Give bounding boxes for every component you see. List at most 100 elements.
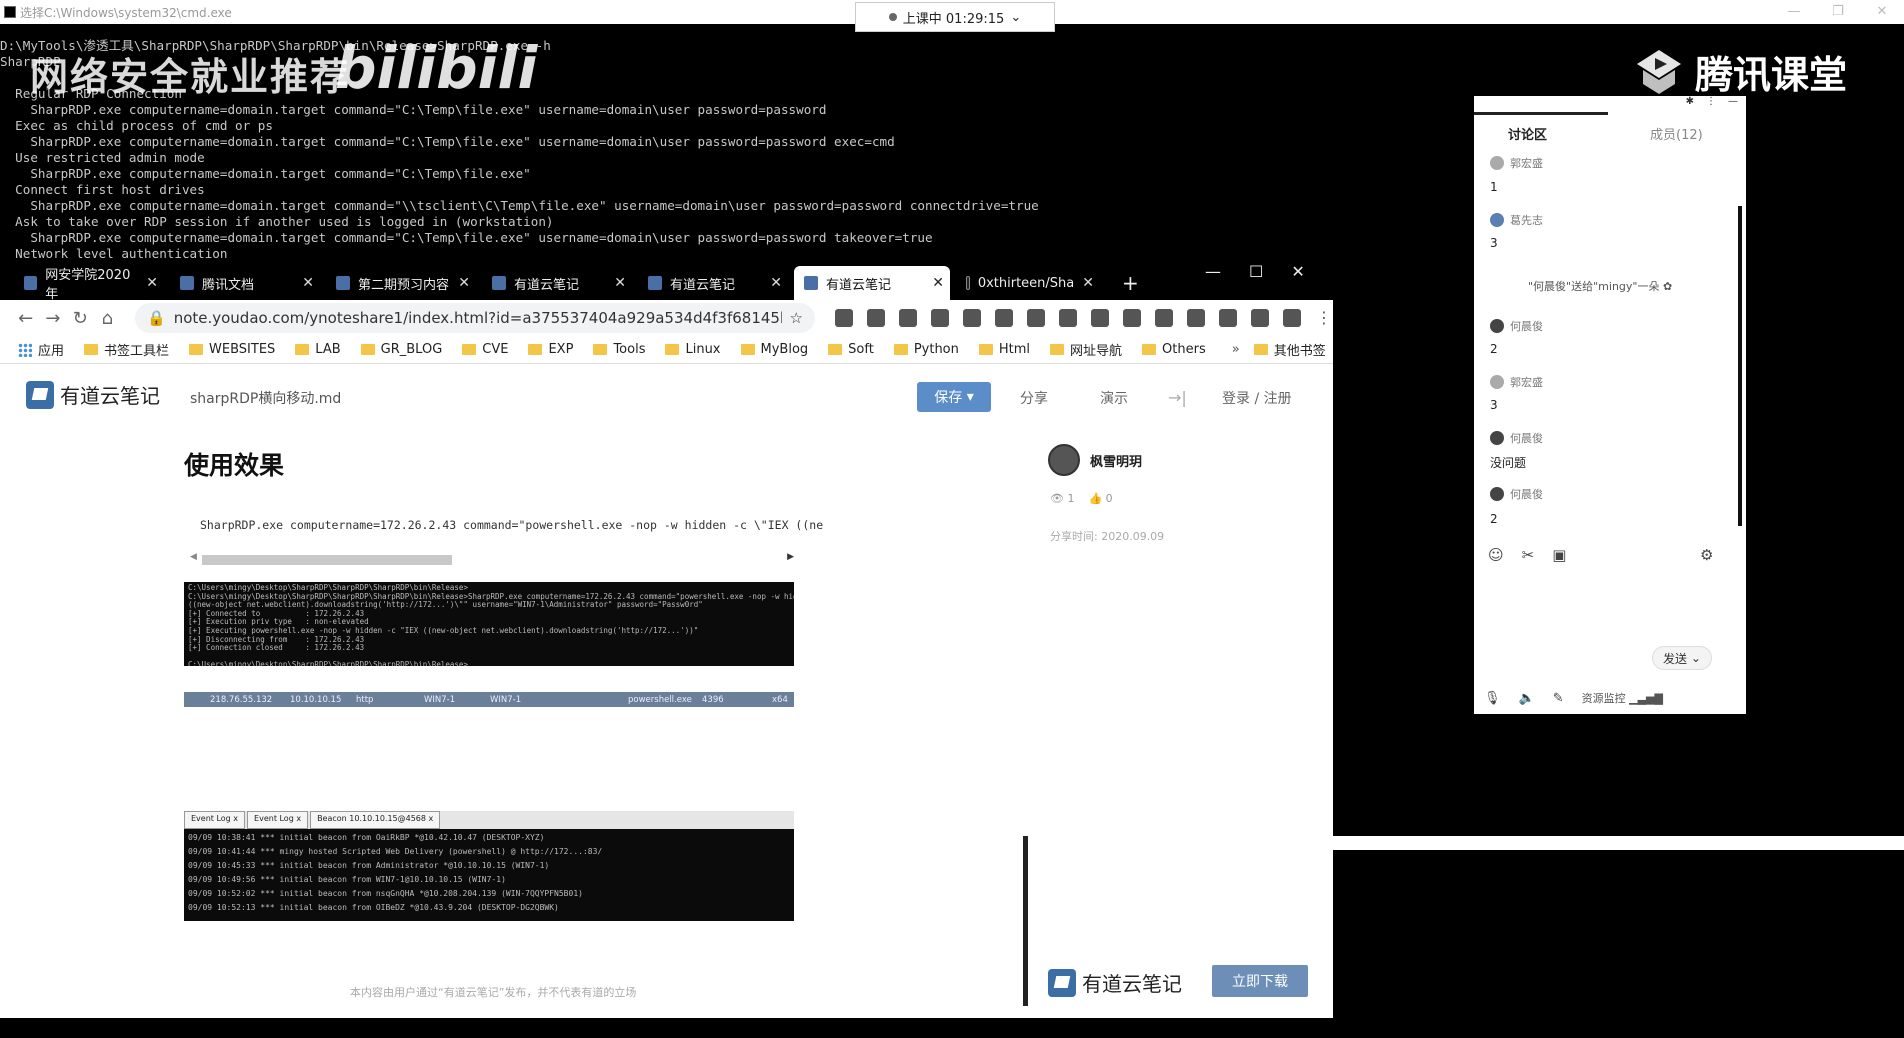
eye-icon: 👁 bbox=[1050, 492, 1064, 505]
terminal-screenshot: C:\Users\mingy\Desktop\SharpRDP\SharpRDP… bbox=[184, 582, 794, 666]
scroll-left-icon[interactable]: ◀ bbox=[190, 552, 197, 562]
home-icon[interactable]: ⌂ bbox=[94, 308, 121, 329]
pin-icon[interactable]: ✱ bbox=[1686, 96, 1694, 110]
event-tab[interactable]: Event Log x bbox=[247, 811, 309, 829]
close-icon[interactable]: ✕ bbox=[1860, 0, 1904, 24]
address-bar[interactable]: 🔒 note.youdao.com/ynoteshare1/index.html… bbox=[135, 303, 815, 333]
extension-icon[interactable] bbox=[1251, 309, 1269, 327]
event-tab[interactable]: Event Log x bbox=[184, 811, 246, 829]
tab-0[interactable]: 网安学院2020年 ✕ bbox=[14, 266, 164, 302]
bookmark-folder[interactable]: GR_BLOG bbox=[360, 342, 442, 357]
tab-1[interactable]: 腾讯文档 ✕ bbox=[170, 266, 320, 300]
bookmark-folder[interactable]: Html bbox=[978, 342, 1030, 357]
bookmark-folder[interactable]: Tools bbox=[593, 342, 645, 357]
bookmark-folder[interactable]: 网址导航 bbox=[1050, 340, 1122, 359]
extension-icon[interactable] bbox=[963, 309, 981, 327]
author-name: 何晨俊 bbox=[1510, 320, 1543, 333]
bookmark-folder[interactable]: EXP bbox=[528, 342, 573, 357]
extension-icon[interactable] bbox=[931, 309, 949, 327]
bookmark-folder[interactable]: 书签工具栏 bbox=[84, 340, 169, 359]
author-name: 葛先志 bbox=[1510, 214, 1543, 227]
resource-monitor[interactable]: 资源监控 ▁▃▅▇ bbox=[1582, 690, 1663, 706]
maximize-icon[interactable]: ☐ bbox=[1249, 262, 1263, 281]
youdao-logo[interactable]: 有道云笔记 bbox=[26, 380, 160, 409]
speaker-icon[interactable]: 🔈 bbox=[1519, 691, 1535, 706]
extension-icon[interactable] bbox=[835, 309, 853, 327]
save-button[interactable]: 保存 ▾ bbox=[917, 382, 991, 412]
close-icon[interactable]: ✕ bbox=[458, 275, 470, 291]
close-icon[interactable]: ✕ bbox=[614, 275, 626, 291]
share-button[interactable]: 分享 bbox=[1020, 388, 1048, 408]
bookmark-folder[interactable]: WEBSITES bbox=[189, 342, 275, 357]
bookmark-folder[interactable]: CVE bbox=[462, 342, 508, 357]
emoji-icon[interactable]: ☺ bbox=[1488, 546, 1504, 564]
code-horizontal-scrollbar[interactable]: ◀ ▶ bbox=[184, 552, 794, 566]
tab-3[interactable]: 有道云笔记 ✕ bbox=[482, 266, 632, 300]
bookmark-folder[interactable]: Soft bbox=[828, 342, 874, 357]
minimize-icon[interactable]: — bbox=[1772, 0, 1816, 24]
extension-icon[interactable] bbox=[1123, 309, 1141, 327]
scissors-icon[interactable]: ✂ bbox=[1522, 546, 1535, 564]
bookmark-folder[interactable]: Linux bbox=[665, 342, 721, 357]
close-icon[interactable]: ✕ bbox=[770, 275, 782, 291]
extension-icon[interactable] bbox=[867, 309, 885, 327]
back-icon[interactable]: ← bbox=[12, 308, 39, 329]
scroll-right-icon[interactable]: ▶ bbox=[787, 552, 794, 562]
login-register-link[interactable]: 登录 / 注册 bbox=[1222, 388, 1292, 408]
github-icon bbox=[966, 276, 970, 290]
present-button[interactable]: 演示 bbox=[1100, 388, 1128, 408]
event-tab[interactable]: Beacon 10.10.10.15@4568 x bbox=[310, 811, 441, 829]
reload-icon[interactable]: ↻ bbox=[67, 308, 94, 329]
scroll-thumb[interactable] bbox=[202, 555, 452, 565]
bookmark-apps[interactable]: 应用 bbox=[18, 340, 64, 359]
bookmark-other[interactable]: 其他书签 bbox=[1253, 340, 1326, 359]
extension-icon[interactable] bbox=[1059, 309, 1077, 327]
more-icon[interactable]: ⋮ bbox=[1706, 96, 1716, 110]
tab-5-active[interactable]: 有道云笔记 ✕ bbox=[794, 266, 950, 300]
tab-4[interactable]: 有道云笔记 ✕ bbox=[638, 266, 788, 300]
extension-icon[interactable] bbox=[899, 309, 917, 327]
new-tab-button[interactable]: + bbox=[1112, 266, 1142, 300]
page-vertical-scrollbar[interactable] bbox=[1023, 836, 1028, 1006]
close-icon[interactable]: ✕ bbox=[302, 275, 314, 291]
fullscreen-icon[interactable]: →| bbox=[1168, 388, 1187, 407]
star-icon[interactable]: ☆ bbox=[790, 309, 803, 327]
views-count: 1 bbox=[1067, 492, 1075, 505]
extension-icon[interactable] bbox=[1187, 309, 1205, 327]
tab-discussion[interactable]: 讨论区 bbox=[1508, 124, 1547, 143]
chat-scrollbar[interactable] bbox=[1738, 206, 1742, 526]
minimize-icon[interactable]: — bbox=[1205, 262, 1221, 281]
maximize-icon[interactable]: ❐ bbox=[1816, 0, 1860, 24]
close-icon[interactable]: ✕ bbox=[146, 275, 158, 291]
tab-6[interactable]: 0xthirteen/Sha ✕ bbox=[956, 266, 1100, 300]
bookmark-label: 应用 bbox=[38, 344, 65, 359]
image-icon[interactable]: ▣ bbox=[1552, 546, 1566, 564]
microphone-icon[interactable]: 🎙 bbox=[1484, 691, 1501, 706]
pen-icon[interactable]: ✎ bbox=[1553, 691, 1564, 706]
chevron-more-icon[interactable]: » bbox=[1232, 342, 1240, 357]
extension-icon[interactable] bbox=[1155, 309, 1173, 327]
bookmark-folder[interactable]: LAB bbox=[295, 342, 341, 357]
menu-icon[interactable]: ⋮ bbox=[1315, 309, 1333, 327]
tab-members[interactable]: 成员(12) bbox=[1650, 124, 1703, 143]
minimize-icon[interactable]: — bbox=[1728, 96, 1738, 110]
extension-icon[interactable] bbox=[1091, 309, 1109, 327]
chat-message-author: 郭宏盛 bbox=[1490, 374, 1543, 390]
bookmark-folder[interactable]: MyBlog bbox=[740, 342, 808, 357]
extension-icon[interactable] bbox=[1219, 309, 1237, 327]
extension-icon[interactable] bbox=[1283, 309, 1301, 327]
send-button[interactable]: 发送 ⌄ bbox=[1652, 646, 1712, 670]
extension-icon[interactable] bbox=[995, 309, 1013, 327]
avatar bbox=[1490, 431, 1504, 445]
settings-icon[interactable]: ⚙ bbox=[1700, 546, 1713, 564]
tab-2[interactable]: 第二期预习内容 ✕ bbox=[326, 266, 476, 300]
close-icon[interactable]: ✕ bbox=[1082, 275, 1094, 291]
bookmark-folder[interactable]: Python bbox=[893, 342, 959, 357]
live-status-pill[interactable]: 上课中 01:29:15 ⌄ bbox=[855, 2, 1055, 32]
close-icon[interactable]: ✕ bbox=[932, 275, 944, 291]
forward-icon[interactable]: → bbox=[39, 308, 66, 329]
download-button[interactable]: 立即下载 bbox=[1212, 965, 1308, 997]
bookmark-folder[interactable]: Others bbox=[1142, 342, 1206, 357]
extension-icon[interactable] bbox=[1027, 309, 1045, 327]
close-icon[interactable]: ✕ bbox=[1291, 262, 1304, 281]
